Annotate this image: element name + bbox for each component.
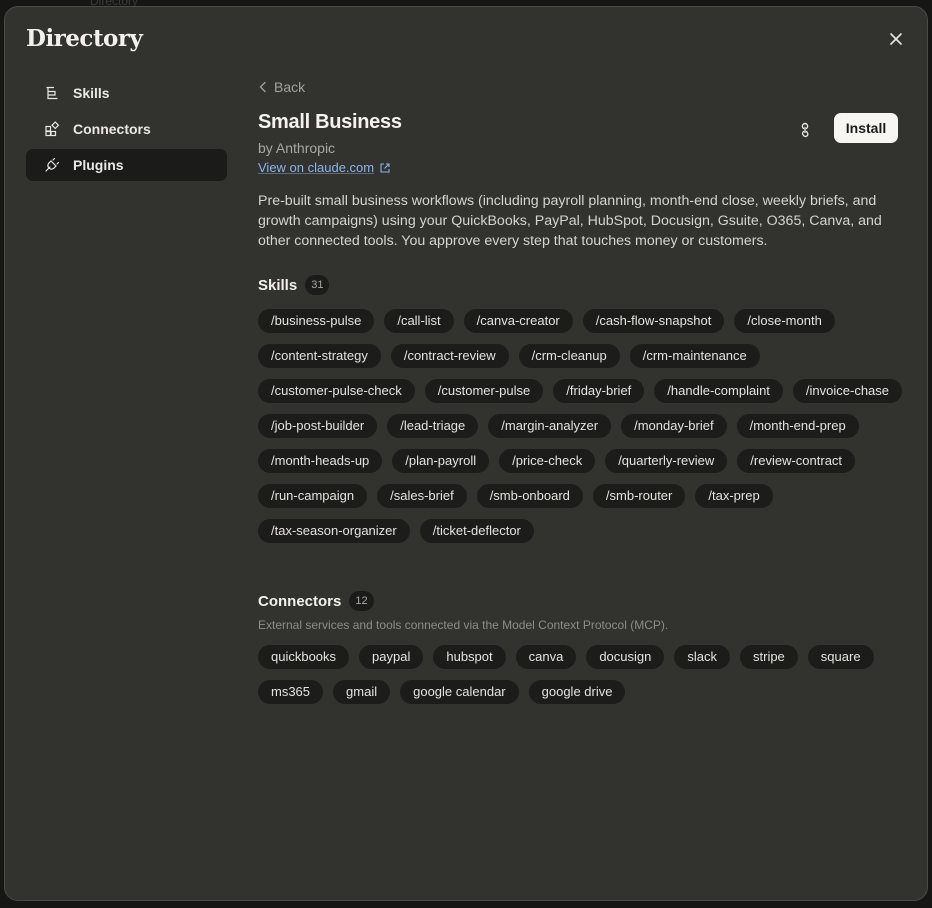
skill-chip: /call-list [384,309,454,333]
modal-title: Directory [26,25,143,52]
connectors-subtitle: External services and tools connected vi… [258,618,669,632]
connector-chip: quickbooks [258,645,350,669]
skill-chip: /contract-review [390,344,509,368]
connectors-section-header: Connectors 12 [258,591,898,611]
skill-chip: /handle-complaint [654,379,783,403]
skill-chip: /canva-creator [463,309,573,333]
skill-chip: /invoice-chase [792,379,903,403]
connector-chip: hubspot [433,645,506,669]
chevron-left-icon [259,81,266,93]
connectors-chip-list: quickbooks paypal hubspot canva docusign slac… [258,645,903,704]
skill-chip: /job-post-builder [258,414,378,438]
sidebar-item-label: Connectors [73,121,151,137]
skills-count-badge: 31 [305,275,330,295]
sidebar: Skills Connectors Plugins [26,77,227,185]
close-icon [890,33,902,45]
copy-link-button[interactable] [792,117,818,143]
skill-chip: /smb-router [592,484,686,508]
install-button[interactable]: Install [834,113,898,143]
connector-chip: slack [674,645,730,669]
skill-chip: /quarterly-review [605,449,728,473]
back-link[interactable]: Back [258,77,898,97]
skill-chip: /friday-brief [553,379,645,403]
sidebar-item-plugins[interactable]: Plugins [26,149,227,181]
skill-chip: /close-month [734,309,835,333]
skill-chip: /cash-flow-snapshot [582,309,725,333]
connector-chip: stripe [740,645,798,669]
skill-chip: /business-pulse [258,309,375,333]
skill-chip: /price-check [499,449,596,473]
plugin-icon [43,156,61,174]
skills-icon [43,84,61,102]
skill-chip: /smb-onboard [476,484,583,508]
connector-chip: google drive [528,680,626,704]
sidebar-item-connectors[interactable]: Connectors [26,113,227,145]
skill-chip: /customer-pulse-check [258,379,415,403]
sidebar-item-label: Skills [73,85,110,101]
sidebar-item-skills[interactable]: Skills [26,77,227,109]
connector-chip: square [807,645,874,669]
sidebar-item-label: Plugins [73,157,124,173]
connector-chip: gmail [333,680,391,704]
external-link-icon [380,162,390,173]
connector-chip: ms365 [258,680,324,704]
skills-section-header: Skills 31 [258,275,898,295]
skill-chip: /ticket-deflector [419,519,534,543]
skill-chip: /review-contract [737,449,856,473]
skills-section-title: Skills [258,276,298,294]
connectors-section-title: Connectors [258,592,342,610]
skill-chip: /lead-triage [387,414,479,438]
view-link-label: View on claude.com [258,160,375,175]
skill-chip: /plan-payroll [392,449,490,473]
link-icon [801,122,809,138]
plugin-header: Small Business by Anthropic View on clau… [258,111,898,175]
skill-chip: /tax-season-organizer [258,519,410,543]
skills-chip-list: /business-pulse/call-list/canva-creator /… [258,309,903,543]
skill-chip: /crm-cleanup [518,344,620,368]
view-on-claude-link[interactable]: View on claude.com [258,160,391,175]
plugin-detail: Back Small Business by Anthropic View on… [258,77,903,704]
skill-chip: /tax-prep [695,484,773,508]
connector-chip: canva [515,645,577,669]
skill-chip: /content-strategy [258,344,381,368]
connector-chip: paypal [359,645,424,669]
connectors-count-badge: 12 [349,591,374,611]
skill-chip: /customer-pulse [424,379,544,403]
skill-chip: /run-campaign [258,484,368,508]
skill-chip: /monday-brief [621,414,727,438]
skill-chip: /sales-brief [377,484,467,508]
directory-modal: Directory Skills Connectors Plugins Back… [4,6,928,901]
connector-chip: google calendar [400,680,519,704]
connectors-icon [43,120,61,138]
back-label: Back [274,79,306,95]
skill-chip: /crm-maintenance [629,344,760,368]
skill-chip: /month-end-prep [736,414,859,438]
plugin-description: Pre-built small business workflows (incl… [258,193,882,249]
close-button[interactable] [885,28,907,50]
skill-chip: /month-heads-up [258,449,383,473]
skill-chip: /margin-analyzer [488,414,612,438]
connector-chip: docusign [586,645,665,669]
